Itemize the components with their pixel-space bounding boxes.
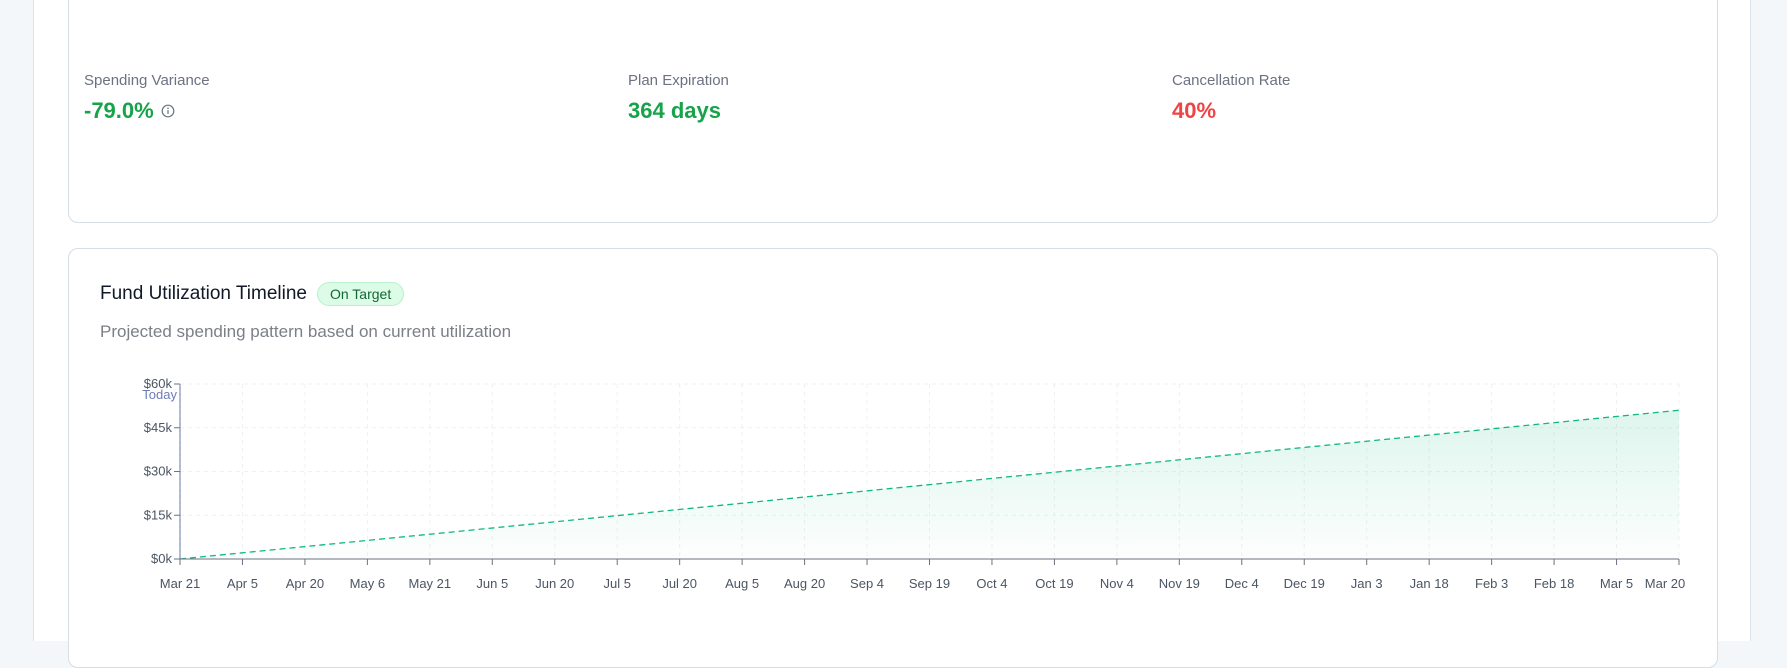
x-tick-label: Jun 20 [535, 576, 574, 591]
x-tick-label: Nov 19 [1159, 576, 1200, 591]
x-tick-label: Apr 20 [286, 576, 324, 591]
x-tick-label: Mar 20 [1645, 576, 1685, 591]
x-tick-label: Feb 3 [1475, 576, 1508, 591]
x-tick-label: Aug 5 [725, 576, 759, 591]
x-tick-label: Dec 19 [1284, 576, 1325, 591]
x-tick-label: Aug 20 [784, 576, 825, 591]
x-tick-label: Jan 3 [1351, 576, 1383, 591]
x-tick-label: Nov 4 [1100, 576, 1134, 591]
x-tick-label: Jun 5 [476, 576, 508, 591]
x-tick-label: Jul 20 [662, 576, 697, 591]
x-tick-label: Oct 19 [1035, 576, 1073, 591]
y-tick-label: $0k [151, 551, 172, 566]
x-tick-label: Feb 18 [1534, 576, 1574, 591]
x-tick-label: Jan 18 [1410, 576, 1449, 591]
x-tick-label: Mar 21 [160, 576, 200, 591]
x-tick-label: Apr 5 [227, 576, 258, 591]
x-tick-label: Dec 4 [1225, 576, 1259, 591]
x-tick-label: Mar 5 [1600, 576, 1633, 591]
x-tick-label: Sep 19 [909, 576, 950, 591]
fund-utilization-chart: $0k$15k$30k$45k$60kMar 21 Apr 5 Apr 20 May … [142, 376, 1685, 591]
x-tick-label: May 21 [409, 576, 452, 591]
x-tick-label: Oct 4 [976, 576, 1007, 591]
x-tick-label: Sep 4 [850, 576, 884, 591]
x-tick-label: Jul 5 [603, 576, 630, 591]
y-tick-label: $30k [144, 464, 173, 479]
x-tick-label: May 6 [350, 576, 385, 591]
y-tick-label: $45k [144, 420, 173, 435]
today-marker-label: Today [142, 387, 177, 402]
y-tick-label: $15k [144, 507, 173, 522]
